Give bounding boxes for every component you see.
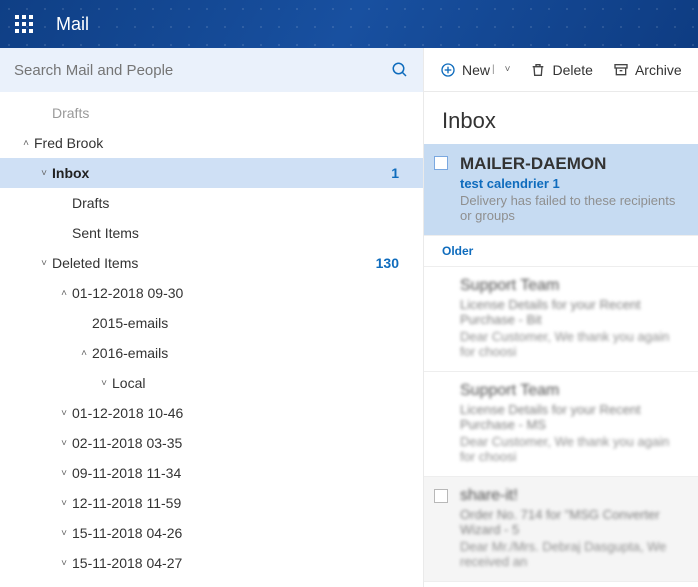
account-node[interactable]: ˄Fred Brook bbox=[0, 128, 423, 158]
chevron-up-icon: ˄ bbox=[56, 288, 72, 299]
folder-02-11-2018-03-35[interactable]: ˅02-11-2018 03-35 bbox=[0, 428, 423, 458]
app-launcher-button[interactable] bbox=[0, 0, 48, 48]
search-bar[interactable] bbox=[0, 48, 423, 92]
folder-tree: Drafts ˄Fred Brook ˅Inbox1 Drafts Sent I… bbox=[0, 92, 423, 587]
message-subject: License Details for your Recent Purchase… bbox=[460, 402, 686, 432]
message-sender: Support Team bbox=[460, 277, 686, 295]
message-item[interactable]: Support Team License Details for your Re… bbox=[424, 372, 698, 477]
chevron-down-icon: ˅ bbox=[56, 528, 72, 539]
chevron-down-icon: ˅ bbox=[505, 64, 511, 75]
folder-09-11-2018-11-34[interactable]: ˅09-11-2018 11-34 bbox=[0, 458, 423, 488]
message-item[interactable]: Support Team License Details for your Re… bbox=[424, 267, 698, 372]
message-item[interactable]: share-it! Order No. 644 for "MSG Migrato… bbox=[424, 582, 698, 587]
message-sender: MAILER-DAEMON bbox=[460, 154, 686, 174]
chevron-down-icon: ˅ bbox=[56, 408, 72, 419]
message-sender: Support Team bbox=[460, 382, 686, 400]
chevron-down-icon: ˅ bbox=[36, 258, 52, 269]
folder-drafts-sub[interactable]: Drafts bbox=[0, 188, 423, 218]
message-preview: Delivery has failed to these recipients … bbox=[460, 193, 686, 223]
folder-deleted-items[interactable]: ˅Deleted Items130 bbox=[0, 248, 423, 278]
deleted-count: 130 bbox=[376, 255, 399, 271]
message-checkbox[interactable] bbox=[434, 489, 448, 503]
trash-icon bbox=[530, 62, 546, 78]
plus-circle-icon bbox=[440, 62, 456, 78]
split-divider: | bbox=[492, 64, 495, 75]
folder-drafts-top[interactable]: Drafts bbox=[0, 98, 423, 128]
chevron-down-icon: ˅ bbox=[56, 498, 72, 509]
chevron-up-icon: ˄ bbox=[76, 348, 92, 359]
folder-12-11-2018-11-59[interactable]: ˅12-11-2018 11-59 bbox=[0, 488, 423, 518]
message-sender: share-it! bbox=[460, 487, 686, 505]
folder-15-11-2018-04-27[interactable]: ˅15-11-2018 04-27 bbox=[0, 548, 423, 578]
message-preview: Dear Customer, We thank you again for ch… bbox=[460, 434, 686, 464]
folder-sent-items[interactable]: Sent Items bbox=[0, 218, 423, 248]
archive-button[interactable]: Archive bbox=[603, 56, 692, 84]
folder-01-12-2018-09-30[interactable]: ˄01-12-2018 09-30 bbox=[0, 278, 423, 308]
message-checkbox[interactable] bbox=[434, 156, 448, 170]
new-button[interactable]: New | ˅ bbox=[430, 56, 520, 84]
group-header-older[interactable]: Older bbox=[424, 236, 698, 267]
delete-button[interactable]: Delete bbox=[520, 56, 602, 84]
folder-01-12-2018-10-46[interactable]: ˅01-12-2018 10-46 bbox=[0, 398, 423, 428]
archive-icon bbox=[613, 62, 629, 78]
message-preview: Dear Mr./Mrs. Debraj Dasgupta, We receiv… bbox=[460, 539, 686, 569]
chevron-down-icon: ˅ bbox=[56, 468, 72, 479]
message-subject: Order No. 714 for "MSG Converter Wizard … bbox=[460, 507, 686, 537]
chevron-down-icon: ˅ bbox=[96, 378, 112, 389]
message-preview: Dear Customer, We thank you again for ch… bbox=[460, 329, 686, 359]
message-list: Inbox MAILER-DAEMON test calendrier 1 De… bbox=[424, 92, 698, 587]
list-title: Inbox bbox=[424, 92, 698, 144]
folder-local[interactable]: ˅Local bbox=[0, 368, 423, 398]
folder-inbox[interactable]: ˅Inbox1 bbox=[0, 158, 423, 188]
chevron-down-icon: ˅ bbox=[56, 558, 72, 569]
chevron-down-icon: ˅ bbox=[36, 168, 52, 179]
message-subject: test calendrier 1 bbox=[460, 176, 686, 191]
waffle-icon bbox=[15, 15, 33, 33]
message-item[interactable]: MAILER-DAEMON test calendrier 1 Delivery… bbox=[424, 144, 698, 236]
app-header: Mail bbox=[0, 0, 698, 48]
mail-toolbar: New | ˅ Delete Archive bbox=[424, 48, 698, 92]
chevron-down-icon: ˅ bbox=[56, 438, 72, 449]
message-item[interactable]: share-it! Order No. 714 for "MSG Convert… bbox=[424, 477, 698, 582]
message-subject: License Details for your Recent Purchase… bbox=[460, 297, 686, 327]
chevron-up-icon: ˄ bbox=[18, 138, 34, 149]
folder-2015-emails[interactable]: 2015-emails bbox=[0, 308, 423, 338]
search-icon bbox=[391, 61, 409, 79]
folder-15-11-2018-04-26[interactable]: ˅15-11-2018 04-26 bbox=[0, 518, 423, 548]
app-title: Mail bbox=[56, 14, 89, 35]
inbox-count: 1 bbox=[391, 165, 399, 181]
search-input[interactable] bbox=[14, 62, 391, 79]
folder-2016-emails[interactable]: ˄2016-emails bbox=[0, 338, 423, 368]
